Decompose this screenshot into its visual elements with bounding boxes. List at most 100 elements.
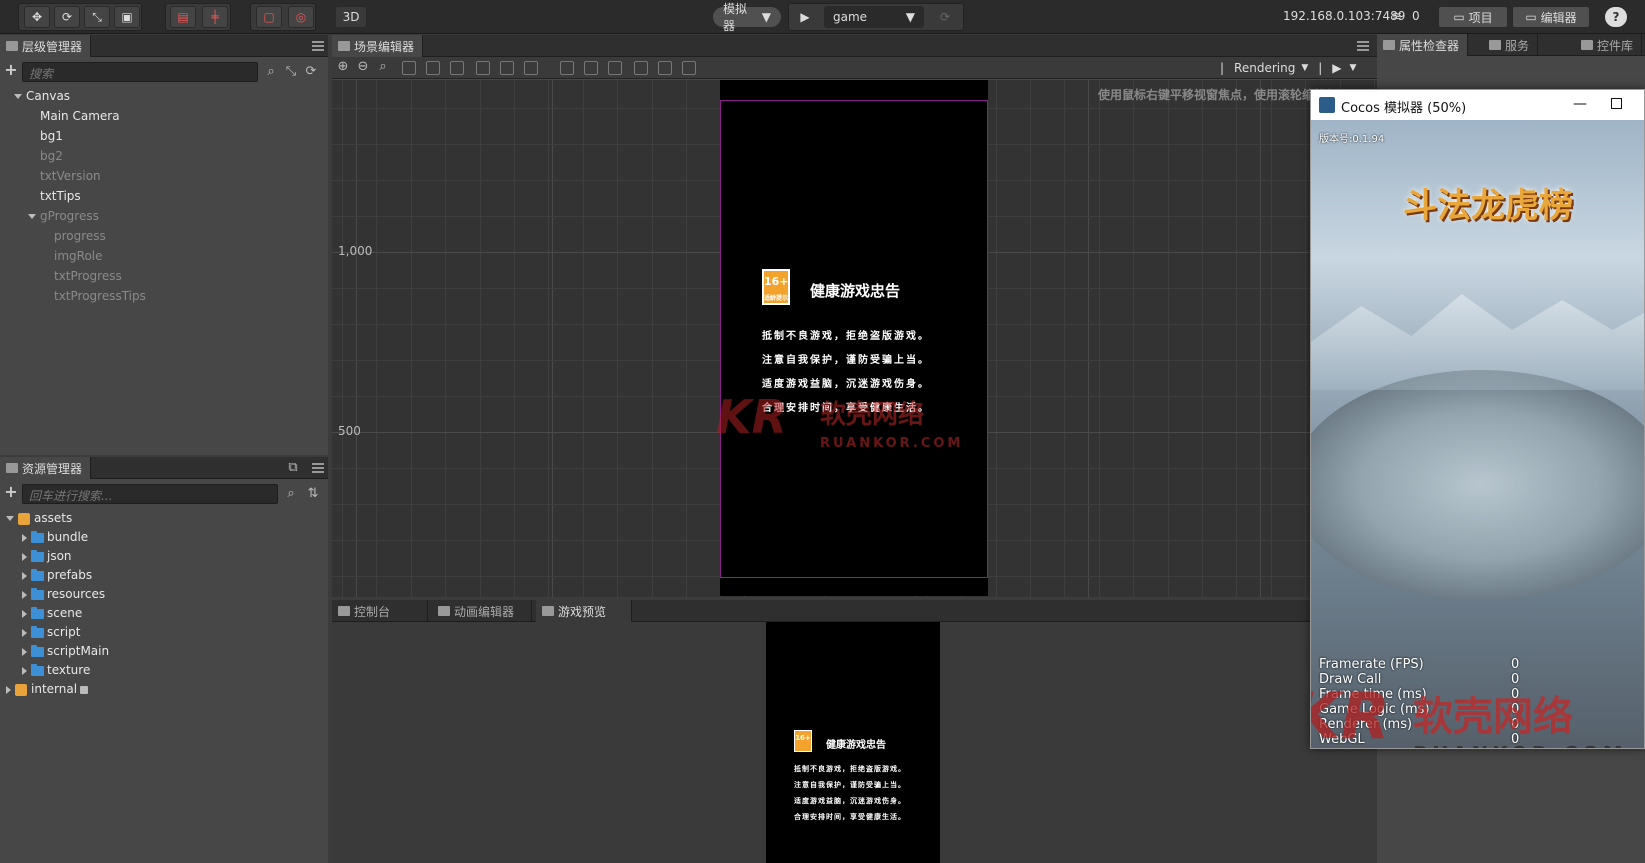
scale-tool-button[interactable]: ⤡ xyxy=(84,6,110,28)
assets-root[interactable]: assets xyxy=(6,509,72,528)
asset-folder[interactable]: script xyxy=(22,623,80,642)
add-node-button[interactable]: + xyxy=(4,62,18,78)
tab-widgets[interactable]: 控件库 xyxy=(1575,34,1643,56)
collapse-arrow-icon[interactable] xyxy=(22,552,27,561)
tab-animation[interactable]: 动画编辑器 xyxy=(432,600,532,622)
align-icon[interactable] xyxy=(450,61,464,75)
collapse-arrow-icon[interactable] xyxy=(22,628,27,637)
refresh-button[interactable]: ⟳ xyxy=(932,6,958,28)
move-tool-button[interactable]: ✥ xyxy=(24,6,50,28)
asset-folder[interactable]: prefabs xyxy=(22,566,92,585)
assets-internal[interactable]: internal xyxy=(6,680,89,699)
collapse-arrow-icon[interactable] xyxy=(22,647,27,656)
hierarchy-node[interactable]: txtProgress xyxy=(54,267,122,286)
scene-viewport[interactable]: -1,000-50005001,0001,500 1,0005000 使用鼠标右… xyxy=(332,80,1377,597)
align-icon[interactable] xyxy=(682,61,696,75)
zoom-reset-icon[interactable]: ⌕ xyxy=(376,60,390,74)
panel-menu-icon[interactable] xyxy=(312,463,324,473)
hierarchy-node[interactable]: Main Camera xyxy=(40,107,120,126)
align-icon[interactable] xyxy=(426,61,440,75)
hierarchy-node[interactable]: txtProgressTips xyxy=(54,287,146,306)
asset-folder[interactable]: texture xyxy=(22,661,90,680)
align-icon[interactable] xyxy=(500,61,514,75)
minimize-icon[interactable]: — xyxy=(1573,96,1587,112)
simulator-titlebar[interactable]: Cocos 模拟器 (50%) — xyxy=(1311,90,1644,120)
scene-select[interactable]: game ▼ xyxy=(824,6,924,28)
tab-service[interactable]: 服务 xyxy=(1483,34,1539,56)
maximize-icon[interactable] xyxy=(1611,98,1622,109)
hierarchy-node[interactable]: progress xyxy=(54,227,106,246)
tab-console[interactable]: 控制台 xyxy=(332,600,428,622)
collapse-arrow-icon[interactable] xyxy=(6,685,11,694)
collapse-arrow-icon[interactable] xyxy=(22,571,27,580)
zoom-in-icon[interactable]: ⊕ xyxy=(336,60,350,74)
rect-tool-button[interactable]: ▣ xyxy=(114,6,140,28)
align-icon[interactable] xyxy=(658,61,672,75)
hierarchy-node[interactable]: gProgress xyxy=(28,207,99,226)
open-editor-button[interactable]: ▭ 编辑器 xyxy=(1512,6,1590,28)
simulator-game-view[interactable]: 版本号:0.1.94 斗法龙虎榜 Framerate (FPS) 0 Draw Ca… xyxy=(1311,120,1644,748)
tab-game-preview[interactable]: 游戏预览 xyxy=(536,600,632,622)
local-button[interactable]: ▢ xyxy=(256,6,282,28)
panel-menu-icon[interactable] xyxy=(1357,41,1369,51)
add-asset-button[interactable]: + xyxy=(4,484,18,500)
asset-folder[interactable]: resources xyxy=(22,585,105,604)
expand-arrow-icon[interactable] xyxy=(6,516,14,521)
zoom-out-icon[interactable]: ⊖ xyxy=(356,60,370,74)
expand-arrow-icon[interactable] xyxy=(28,214,36,219)
collapse-icon[interactable]: ⤡ xyxy=(284,65,298,79)
asset-folder[interactable]: bundle xyxy=(22,528,88,547)
panel-menu-icon[interactable] xyxy=(312,41,324,51)
align-icon[interactable] xyxy=(584,61,598,75)
platform-select[interactable]: 模拟器 ▼ xyxy=(712,2,782,33)
scene-toolbar: ⊕ ⊖ ⌕ | Rendering ▼ | ▶ ▼ xyxy=(332,57,1377,79)
play-button[interactable]: ▶ xyxy=(792,6,818,28)
align-icon[interactable] xyxy=(402,61,416,75)
pivot-button[interactable]: ▤ xyxy=(170,6,196,28)
stats-value: 0 xyxy=(1511,657,1520,672)
global-button[interactable]: ◎ xyxy=(288,6,314,28)
age-rating-badge: 16+ 适龄提示 xyxy=(762,269,790,305)
hierarchy-search-input[interactable]: 搜索 xyxy=(22,62,258,82)
collapse-arrow-icon[interactable] xyxy=(22,666,27,675)
collapse-arrow-icon[interactable] xyxy=(22,533,27,542)
tab-hierarchy[interactable]: 层级管理器 xyxy=(0,35,92,57)
collapse-arrow-icon[interactable] xyxy=(22,609,27,618)
tab-inspector[interactable]: 属性检查器 xyxy=(1377,34,1469,56)
hierarchy-node[interactable]: txtVersion xyxy=(40,167,101,186)
asset-folder[interactable]: scene xyxy=(22,604,82,623)
align-icon[interactable] xyxy=(476,61,490,75)
align-icon[interactable] xyxy=(524,61,538,75)
popout-icon[interactable]: ⧉ xyxy=(286,461,300,475)
assets-search-row: + 回车进行搜索... ⌕ ⇅ xyxy=(0,481,328,507)
hierarchy-node[interactable]: bg1 xyxy=(40,127,63,146)
collapse-arrow-icon[interactable] xyxy=(22,590,27,599)
align-icon[interactable] xyxy=(560,61,574,75)
rendering-select[interactable]: | Rendering ▼ | ▶ ▼ xyxy=(1220,60,1356,76)
tab-scene-editor[interactable]: 场景编辑器 xyxy=(332,35,424,57)
hierarchy-node[interactable]: bg2 xyxy=(40,147,63,166)
align-icon[interactable] xyxy=(634,61,648,75)
camera-icon[interactable]: ▶ xyxy=(1332,61,1341,75)
asset-folder[interactable]: json xyxy=(22,547,72,566)
expand-arrow-icon[interactable] xyxy=(14,94,22,99)
notice-line: 抵制不良游戏，拒绝盗版游戏。 xyxy=(794,765,906,773)
search-icon[interactable]: ⌕ xyxy=(264,65,278,79)
center-button[interactable]: ╪ xyxy=(202,6,228,28)
help-button[interactable]: ? xyxy=(1604,6,1628,28)
refresh-icon[interactable]: ⟳ xyxy=(304,65,318,79)
hierarchy-node[interactable]: Canvas xyxy=(14,87,70,106)
assets-search-input[interactable]: 回车进行搜索... xyxy=(22,484,278,504)
asset-folder[interactable]: scriptMain xyxy=(22,642,109,661)
search-icon[interactable]: ⌕ xyxy=(284,487,298,501)
tab-assets[interactable]: 资源管理器 xyxy=(0,457,92,479)
toggle-3d-button[interactable]: 3D xyxy=(335,6,367,28)
hierarchy-node[interactable]: txtTips xyxy=(40,187,81,206)
rotate-tool-button[interactable]: ⟳ xyxy=(54,6,80,28)
open-project-button[interactable]: ▭ 项目 xyxy=(1438,6,1508,28)
hierarchy-node[interactable]: imgRole xyxy=(54,247,103,266)
align-icon[interactable] xyxy=(608,61,622,75)
grid-line-major xyxy=(552,80,553,597)
watermark-brand-cn: 软壳网络 xyxy=(1413,694,1573,740)
sort-icon[interactable]: ⇅ xyxy=(306,487,320,501)
